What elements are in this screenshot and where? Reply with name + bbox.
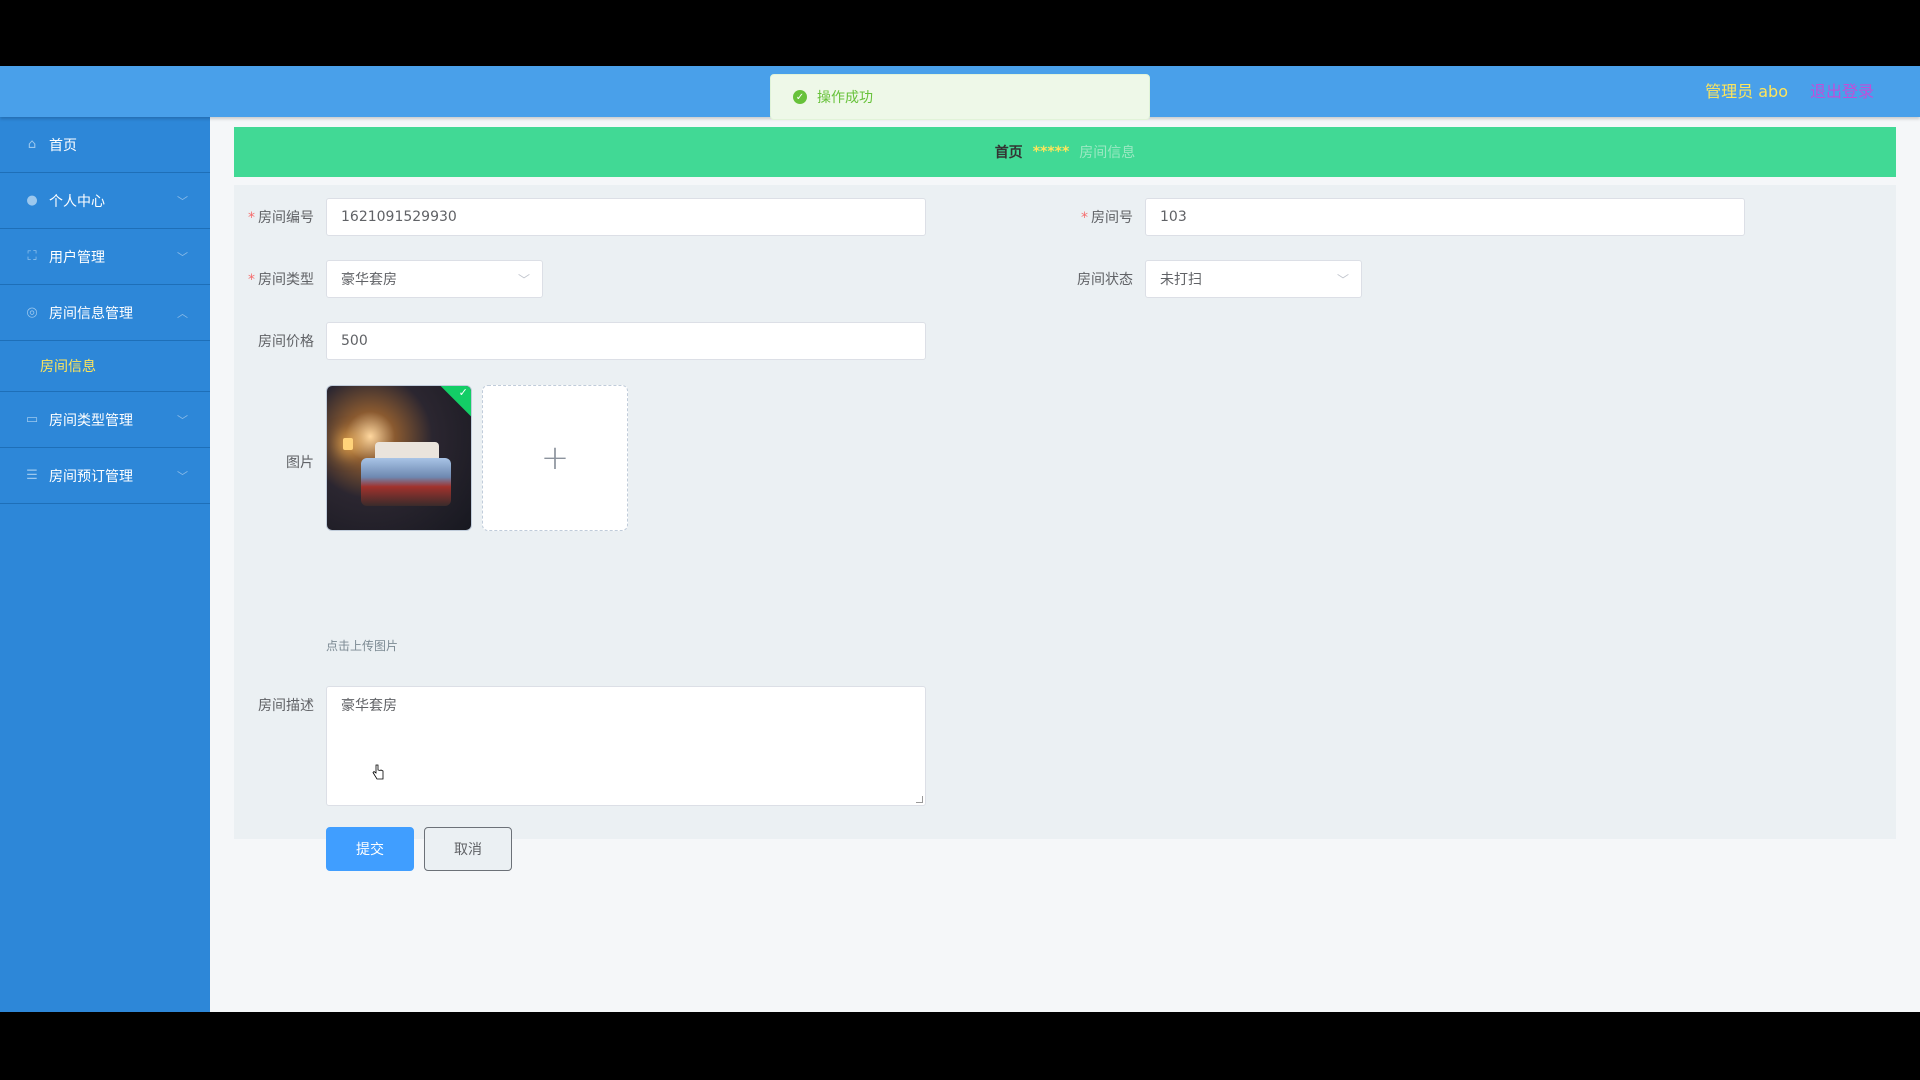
room-form: * 房间编号 1621091529930 * 房间号 103 * 房间类型 豪华套房 … bbox=[234, 185, 1896, 871]
room-no-label: * 房间号 bbox=[1081, 210, 1133, 226]
home-icon: ⌂ bbox=[27, 137, 37, 152]
room-status-row: 房间状态 未打扫 ﹀ bbox=[1053, 260, 1362, 298]
chevron-down-icon: ﹀ bbox=[517, 272, 530, 287]
upload-success-icon: ✓ bbox=[440, 386, 471, 419]
sidebar-subitem-room-info[interactable]: 房间信息 bbox=[0, 341, 210, 392]
check-circle-icon: ✓ bbox=[793, 90, 807, 104]
chevron-down-icon: ﹀ bbox=[177, 250, 188, 264]
resize-handle-icon[interactable] bbox=[916, 796, 923, 803]
room-status-label: 房间状态 bbox=[1077, 272, 1133, 288]
app-shell: 管理员 abo 退出登录 ⌂ 首页 ● 个人中心 ﹀ ⛶ 用户管理 ﹀ ◎ 房间… bbox=[0, 66, 1920, 1012]
uploaded-room-image[interactable]: ✓ bbox=[326, 385, 472, 531]
chevron-down-icon: ﹀ bbox=[1336, 272, 1349, 287]
room-no-row: * 房间号 103 bbox=[1053, 198, 1745, 236]
sidebar-item-room-type-management[interactable]: ▭ 房间类型管理 ﹀ bbox=[0, 392, 210, 448]
globe-icon: ◎ bbox=[26, 305, 38, 320]
room-status-value: 未打扫 bbox=[1160, 272, 1202, 288]
upload-plus-button[interactable]: + bbox=[482, 385, 628, 531]
image-label: 图片 bbox=[286, 455, 314, 471]
sidebar-item-label: 用户管理 bbox=[49, 249, 105, 266]
chevron-up-icon: ︿ bbox=[177, 306, 188, 320]
sidebar-item-booking-management[interactable]: ☰ 房间预订管理 ﹀ bbox=[0, 448, 210, 504]
sidebar-item-label: 房间信息管理 bbox=[49, 305, 133, 322]
room-code-row: * 房间编号 1621091529930 bbox=[234, 198, 926, 236]
room-no-input[interactable]: 103 bbox=[1145, 198, 1745, 236]
frame-icon: ⛶ bbox=[27, 249, 37, 264]
chevron-down-icon: ﹀ bbox=[177, 413, 188, 427]
image-label-row: 图片 bbox=[234, 452, 326, 472]
submit-button[interactable]: 提交 bbox=[326, 827, 414, 871]
price-row: 房间价格 500 bbox=[234, 322, 926, 360]
breadcrumb-home[interactable]: 首页 bbox=[995, 142, 1023, 162]
breadcrumb-current: 房间信息 bbox=[1079, 145, 1136, 161]
chevron-down-icon: ﹀ bbox=[177, 194, 188, 208]
room-type-value: 豪华套房 bbox=[341, 272, 397, 288]
sidebar-item-room-info-management[interactable]: ◎ 房间信息管理 ︿ bbox=[0, 285, 210, 341]
chevron-down-icon: ﹀ bbox=[177, 469, 188, 483]
success-toast: ✓ 操作成功 bbox=[770, 74, 1150, 120]
description-row: 房间描述 豪华套房 bbox=[234, 686, 926, 806]
bottom-black-bar bbox=[0, 1012, 1920, 1080]
sidebar-item-home[interactable]: ⌂ 首页 bbox=[0, 117, 210, 173]
hand-cursor-icon bbox=[372, 764, 384, 780]
upload-hint: 点击上传图片 bbox=[326, 639, 399, 653]
sliders-icon: ☰ bbox=[26, 468, 38, 483]
sidebar-item-label: 首页 bbox=[49, 137, 77, 154]
sidebar-item-user-management[interactable]: ⛶ 用户管理 ﹀ bbox=[0, 229, 210, 285]
sidebar-item-personal-center[interactable]: ● 个人中心 ﹀ bbox=[0, 173, 210, 229]
price-input[interactable]: 500 bbox=[326, 322, 926, 360]
user-icon: ● bbox=[26, 193, 38, 208]
description-value: 豪华套房 bbox=[341, 698, 397, 714]
plus-icon: + bbox=[540, 438, 570, 478]
sidebar-item-label: 个人中心 bbox=[49, 193, 105, 210]
room-code-input[interactable]: 1621091529930 bbox=[326, 198, 926, 236]
description-label: 房间描述 bbox=[258, 698, 314, 714]
room-type-select[interactable]: 豪华套房 ﹀ bbox=[326, 260, 543, 298]
price-label: 房间价格 bbox=[258, 334, 314, 350]
room-type-row: * 房间类型 豪华套房 ﹀ bbox=[234, 260, 543, 298]
room-type-label: * 房间类型 bbox=[248, 272, 314, 288]
sidebar: ⌂ 首页 ● 个人中心 ﹀ ⛶ 用户管理 ﹀ ◎ 房间信息管理 ︿ 房间信息 ▭… bbox=[0, 117, 210, 1012]
room-code-label: * 房间编号 bbox=[248, 210, 314, 226]
breadcrumb: 首页 ***** 房间信息 bbox=[234, 127, 1896, 177]
toast-message: 操作成功 bbox=[817, 90, 873, 106]
room-status-select[interactable]: 未打扫 ﹀ bbox=[1145, 260, 1362, 298]
breadcrumb-separator: ***** bbox=[1032, 144, 1070, 160]
logout-link[interactable]: 退出登录 bbox=[1810, 78, 1874, 102]
admin-user-label: 管理员 abo bbox=[1705, 82, 1788, 101]
sidebar-item-label: 房间类型管理 bbox=[49, 412, 133, 429]
description-textarea[interactable]: 豪华套房 bbox=[326, 686, 926, 806]
cancel-button[interactable]: 取消 bbox=[424, 827, 512, 871]
chat-icon: ▭ bbox=[25, 412, 39, 427]
sidebar-item-label: 房间预订管理 bbox=[49, 468, 133, 485]
image-upload-row: ✓ + bbox=[326, 385, 628, 531]
